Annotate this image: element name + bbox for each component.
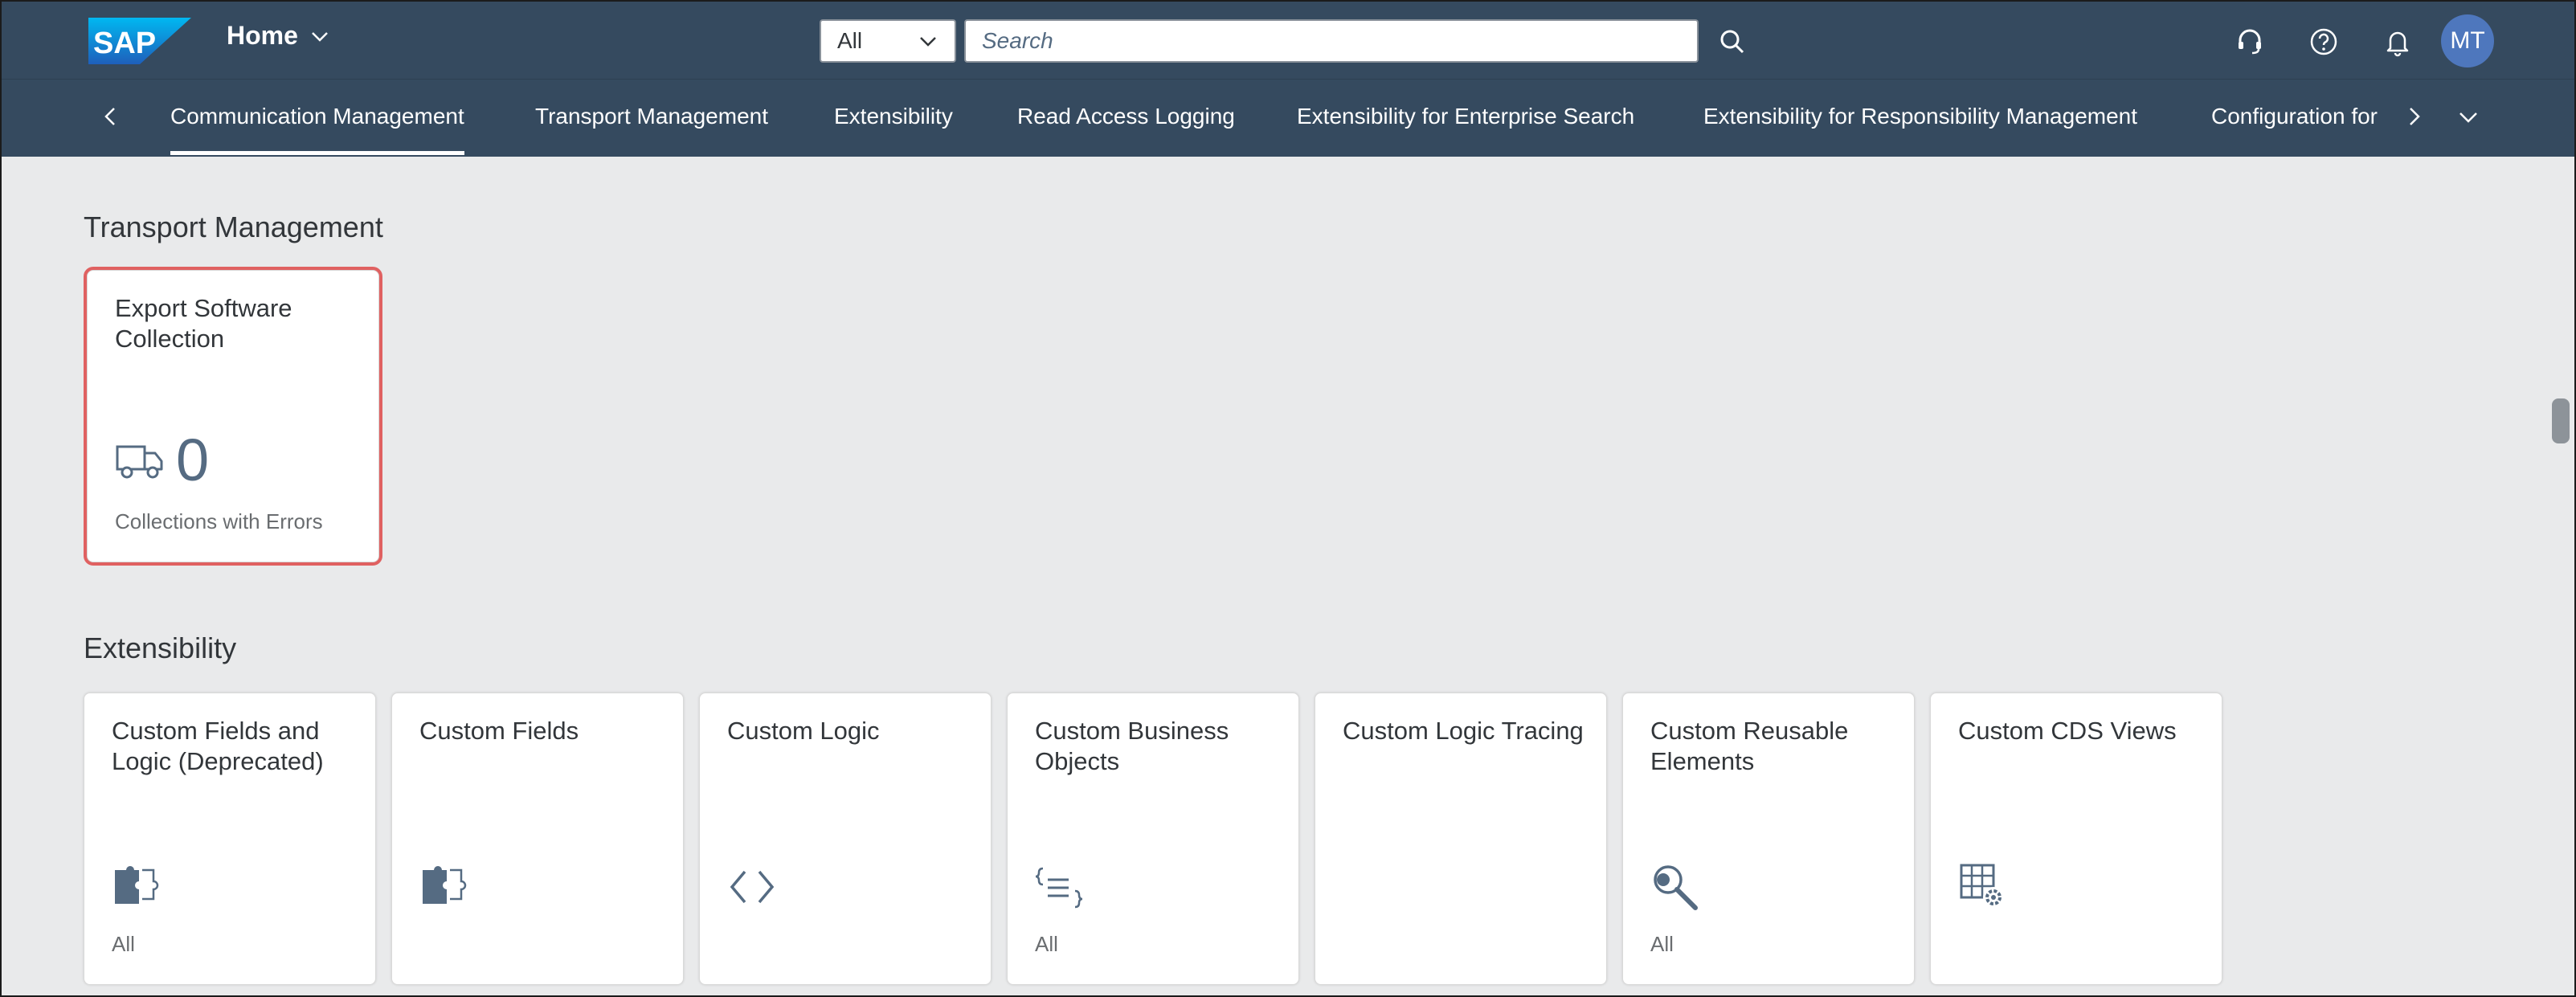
help-icon	[2310, 28, 2337, 55]
tile-custom-reusable-elements[interactable]: Custom Reusable Elements All	[1622, 693, 1915, 985]
magnifier-icon	[1654, 865, 1698, 910]
user-avatar[interactable]: MT	[2441, 14, 2494, 67]
tabs-overflow-menu-button[interactable]	[2452, 100, 2484, 133]
tile-footer: All	[112, 932, 135, 956]
search-input[interactable]	[964, 19, 1699, 63]
tab-configuration[interactable]: Configuration for	[2211, 104, 2378, 129]
table-gear-icon	[1960, 864, 2004, 908]
tile-export-software-collection[interactable]: Export Software Collection 0 Collections…	[84, 267, 382, 566]
tile-title: Custom Business Objects	[1035, 717, 1229, 775]
home-label: Home	[227, 21, 298, 50]
chevron-left-icon	[104, 108, 115, 125]
curly-list-icon	[1035, 867, 1083, 909]
tab-extensibility-responsibility-management[interactable]: Extensibility for Responsibility Managem…	[1703, 104, 2137, 129]
tab-communication-management[interactable]: Communication Management	[170, 104, 464, 155]
notifications-button[interactable]	[2377, 21, 2419, 63]
tile-title: Export Software Collection	[115, 294, 292, 353]
support-button[interactable]	[2229, 21, 2271, 63]
tile-title: Custom Fields and Logic (Deprecated)	[112, 717, 324, 775]
search-scope-select[interactable]: All	[820, 19, 956, 63]
tab-overflow-clip: Configuration for	[2211, 80, 2390, 157]
puzzle-icon	[423, 865, 467, 904]
search-icon	[1720, 30, 1744, 54]
tile-custom-fields-and-logic[interactable]: Custom Fields and Logic (Deprecated) All	[84, 693, 376, 985]
tab-extensibility-enterprise-search[interactable]: Extensibility for Enterprise Search	[1297, 104, 1634, 129]
tile-custom-logic[interactable]: Custom Logic	[699, 693, 992, 985]
tile-custom-business-objects[interactable]: Custom Business Objects All	[1007, 693, 1299, 985]
tile-title: Custom Logic Tracing	[1343, 717, 1584, 745]
tile-kpi: 0	[115, 428, 209, 492]
tile-title: Custom Reusable Elements	[1650, 717, 1849, 775]
home-menu-button[interactable]: Home	[227, 21, 330, 51]
tabs-scroll-right-button[interactable]	[2398, 100, 2430, 133]
page-scrollbar-thumb[interactable]	[2552, 398, 2570, 443]
space-tab-bar: Communication Management Transport Manag…	[2, 79, 2574, 157]
sap-logo[interactable]: SAP	[88, 18, 191, 64]
chevron-down-icon	[920, 37, 936, 47]
tile-title: Custom CDS Views	[1958, 717, 2177, 745]
code-icon	[730, 870, 775, 904]
shell-bar: SAP Home All MT	[2, 2, 2574, 79]
section-title-transport-management: Transport Management	[84, 210, 383, 243]
search-button[interactable]	[1711, 21, 1753, 63]
tile-custom-cds-views[interactable]: Custom CDS Views	[1930, 693, 2222, 985]
puzzle-icon	[115, 865, 159, 904]
bell-icon	[2386, 31, 2409, 57]
tab-transport-management[interactable]: Transport Management	[535, 104, 768, 129]
tile-kpi-value: 0	[176, 427, 210, 493]
chevron-down-icon	[312, 31, 328, 42]
tile-footer: All	[1650, 932, 1674, 956]
tile-title: Custom Logic	[727, 717, 880, 745]
section-title-extensibility: Extensibility	[84, 631, 237, 664]
tabs-scroll-left-button[interactable]	[95, 100, 127, 133]
help-button[interactable]	[2303, 21, 2345, 63]
tile-custom-logic-tracing[interactable]: Custom Logic Tracing	[1315, 693, 1607, 985]
tile-custom-fields[interactable]: Custom Fields	[391, 693, 684, 985]
search-scope-value: All	[837, 28, 863, 53]
chevron-down-icon	[2459, 112, 2477, 123]
tile-footer: Collections with Errors	[115, 509, 323, 533]
app-frame: SAP Home All MT Communication Manageme	[0, 0, 2576, 997]
chevron-right-icon	[2410, 108, 2420, 125]
sap-logo-text: SAP	[93, 27, 156, 60]
tile-title: Custom Fields	[419, 717, 579, 745]
tab-read-access-logging[interactable]: Read Access Logging	[1017, 104, 1235, 129]
tile-footer: All	[1035, 932, 1058, 956]
truck-icon	[116, 445, 163, 479]
headset-icon	[2239, 29, 2261, 55]
tab-extensibility[interactable]: Extensibility	[834, 104, 953, 129]
